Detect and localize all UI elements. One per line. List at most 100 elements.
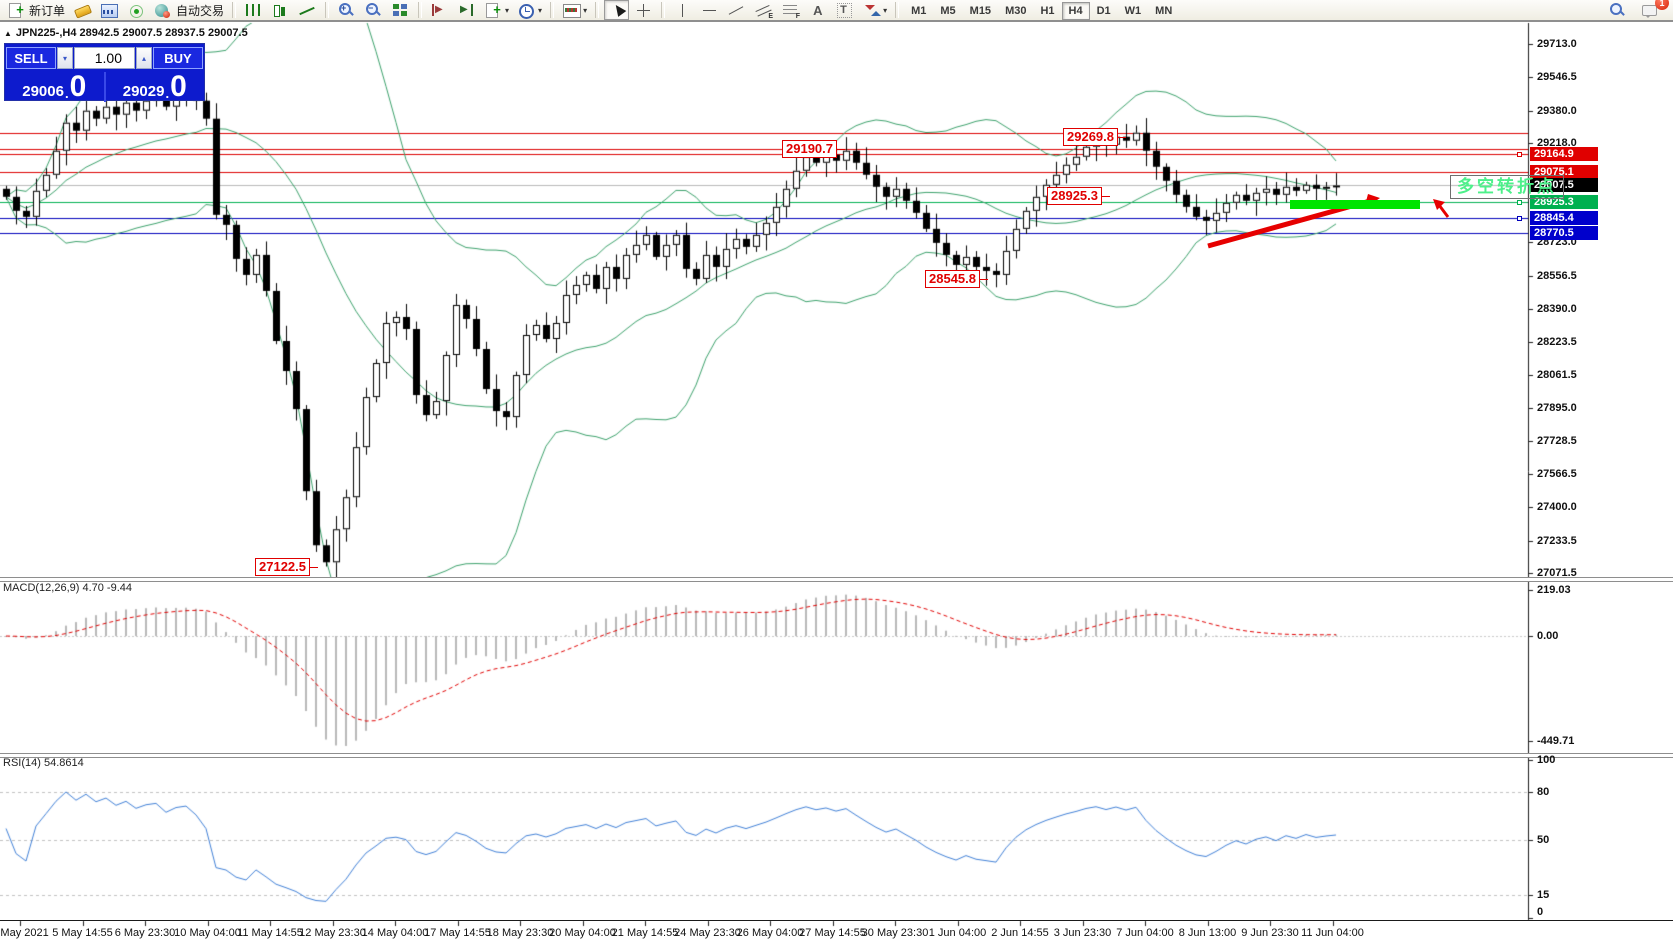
highlight-bar-annotation[interactable] (1290, 200, 1420, 209)
price-axis-tick: 28390.0 (1537, 303, 1577, 315)
buy-price-dot: . (165, 86, 169, 101)
new-order-label: 新订单 (29, 2, 65, 19)
indicators-button[interactable]: ▾ (559, 0, 590, 20)
auto-scroll-icon (430, 2, 449, 19)
metaeditor-button[interactable] (70, 0, 95, 20)
new-order-button[interactable]: 新订单 (4, 0, 68, 20)
line-handle[interactable] (1517, 200, 1522, 205)
line-handle[interactable] (1517, 152, 1522, 157)
chart-shift-button[interactable] (454, 0, 479, 20)
timeframe-h1-button[interactable]: H1 (1033, 2, 1061, 20)
buy-price[interactable]: 29029.0 (106, 72, 205, 102)
price-annotation-label[interactable]: 27122.5 (255, 558, 310, 576)
pane-separator[interactable] (0, 577, 1673, 582)
fibonacci-button[interactable] (778, 0, 803, 20)
timeframe-h4-button[interactable]: H4 (1062, 2, 1090, 20)
cursor-arrow-tail[interactable] (1439, 205, 1448, 217)
text-button[interactable] (805, 0, 830, 20)
chevron-down-icon: ▾ (538, 6, 542, 15)
horizontal-line-button[interactable] (697, 0, 722, 20)
autotrading-button[interactable]: 自动交易 (151, 0, 227, 20)
pane-separator[interactable] (0, 753, 1673, 758)
vertical-line-button[interactable] (670, 0, 695, 20)
timeframe-bar: M1M5M15M30H1H4D1W1MN (904, 1, 1179, 20)
rsi-axis-label: 50 (1537, 834, 1549, 846)
cursor-arrow-annotation[interactable] (1433, 199, 1445, 210)
buy-price-main: 29029 (123, 83, 165, 101)
chart-window-icon (100, 2, 119, 19)
macd-axis-label: 0.00 (1537, 630, 1558, 642)
price-axis-tick: 29713.0 (1537, 38, 1577, 50)
chart-overlays: 29713.029546.529380.029218.028723.028556… (0, 0, 1673, 942)
channel-icon (754, 2, 773, 19)
price-annotation-label[interactable]: 29190.7 (782, 140, 837, 158)
main-toolbar: 新订单 自动交易 + − ▾ ▾ ▾ ▾ (0, 0, 1673, 22)
timeframe-m15-button[interactable]: M15 (963, 2, 998, 20)
price-annotation-label[interactable]: 28925.3 (1047, 187, 1102, 205)
timeframe-m30-button[interactable]: M30 (998, 2, 1033, 20)
volume-decrease-button[interactable]: ▾ (57, 47, 73, 69)
quote-title: JPN225-,H4 28942.5 29007.5 28937.5 29007… (16, 27, 248, 39)
price-axis-badge: 29164.9 (1530, 147, 1598, 161)
zoom-out-button[interactable]: − (361, 0, 386, 20)
sell-button[interactable]: SELL (6, 47, 56, 69)
annotation-note[interactable]: 多空转折点 (1450, 175, 1564, 199)
timeframe-m1-button[interactable]: M1 (904, 2, 933, 20)
new-chart-button[interactable]: ▾ (481, 0, 512, 20)
collapse-triangle-icon[interactable]: ▲ (4, 29, 12, 38)
trendline-button[interactable] (724, 0, 749, 20)
price-axis-tick: 28061.5 (1537, 369, 1577, 381)
volume-input[interactable] (74, 47, 135, 69)
zoom-in-button[interactable]: + (334, 0, 359, 20)
price-axis-tick: 29546.5 (1537, 71, 1577, 83)
price-axis-tick: 28223.5 (1537, 336, 1577, 348)
trade-panel-controls: SELL ▾ ▴ BUY (5, 44, 204, 72)
bar-chart-icon (244, 2, 263, 19)
rsi-axis-label: 15 (1537, 889, 1549, 901)
timeframe-mn-button[interactable]: MN (1148, 2, 1179, 20)
price-axis-tick: 29380.0 (1537, 105, 1577, 117)
notifications-button[interactable]: 1 (1638, 0, 1663, 20)
price-annotation-label[interactable]: 29269.8 (1063, 128, 1118, 146)
signals-button[interactable] (124, 0, 149, 20)
charts-button[interactable] (97, 0, 122, 20)
horizontal-line-icon (700, 2, 719, 19)
volume-increase-button[interactable]: ▴ (136, 47, 152, 69)
timeframe-d1-button[interactable]: D1 (1090, 2, 1118, 20)
tile-windows-button[interactable] (388, 0, 413, 20)
chart-shift-icon (457, 2, 476, 19)
timeframe-w1-button[interactable]: W1 (1118, 2, 1149, 20)
auto-scroll-button[interactable] (427, 0, 452, 20)
toolbar-separator (661, 2, 665, 18)
search-button[interactable] (1605, 0, 1630, 20)
time-axis-label: 11 Jun 04:00 (1278, 927, 1388, 939)
rsi-axis-label: 100 (1537, 754, 1555, 766)
rsi-label: RSI(14) 54.8614 (3, 757, 84, 769)
candlestick-button[interactable] (268, 0, 293, 20)
toolbar-separator (895, 2, 899, 18)
buy-button[interactable]: BUY (153, 47, 203, 69)
bar-chart-button[interactable] (241, 0, 266, 20)
arrows-button[interactable]: ▾ (859, 0, 890, 20)
signal-icon (127, 2, 146, 19)
price-axis-badge: 28770.5 (1530, 226, 1598, 240)
arrows-icon (862, 2, 881, 19)
crosshair-button[interactable] (631, 0, 656, 20)
new-chart-icon (484, 2, 503, 19)
buy-price-pip: 0 (170, 73, 187, 101)
timeframe-m5-button[interactable]: M5 (933, 2, 962, 20)
equidistant-channel-button[interactable] (751, 0, 776, 20)
line-chart-button[interactable] (295, 0, 320, 20)
one-click-trading-panel: SELL ▾ ▴ BUY 29006.0 29029.0 (4, 43, 205, 101)
price-axis-badge: 28845.4 (1530, 211, 1598, 225)
text-label-icon (835, 2, 854, 19)
line-chart-icon (298, 2, 317, 19)
text-label-button[interactable] (832, 0, 857, 20)
sell-price[interactable]: 29006.0 (5, 72, 104, 102)
periods-button[interactable]: ▾ (514, 0, 545, 20)
price-annotation-label[interactable]: 28545.8 (925, 270, 980, 288)
vertical-line-icon (673, 2, 692, 19)
trade-panel-prices: 29006.0 29029.0 (5, 72, 204, 102)
cursor-button[interactable] (604, 0, 629, 20)
line-handle[interactable] (1517, 216, 1522, 221)
